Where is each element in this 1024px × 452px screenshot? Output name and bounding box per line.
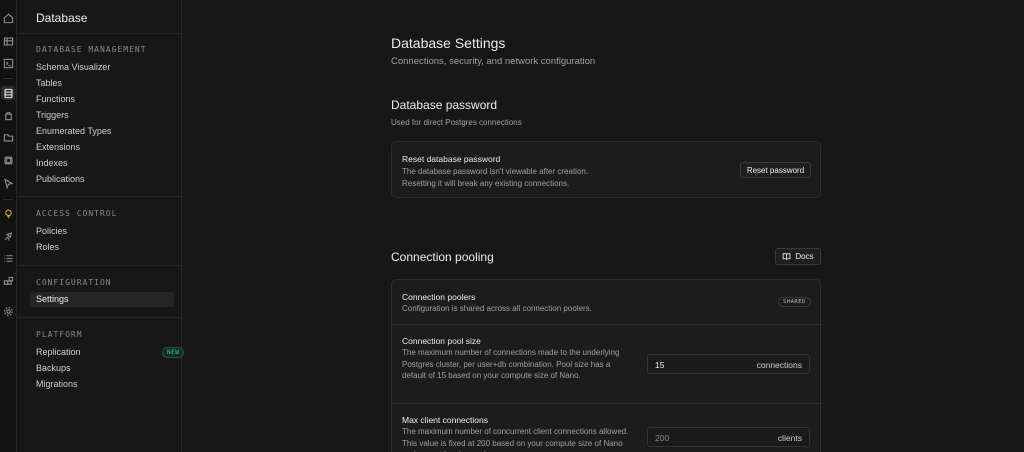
sidebar-item-publications[interactable]: Publications [36, 173, 85, 185]
pool-size-desc: The maximum number of connections made t… [402, 348, 620, 380]
pool-size-title: Connection pool size [402, 336, 481, 346]
section-head-configuration: CONFIGURATION [36, 278, 112, 287]
sidebar-item-enumerated-types[interactable]: Enumerated Types [36, 125, 111, 137]
sidebar-item-settings[interactable]: Settings [30, 292, 174, 307]
reports-icon[interactable] [1, 229, 15, 243]
realtime-icon[interactable] [1, 176, 15, 190]
connection-poolers-desc: Configuration is shared across all conne… [402, 304, 592, 313]
rail-divider [3, 78, 13, 79]
sidebar-item-roles[interactable]: Roles [36, 241, 59, 253]
pool-size-value: 15 [655, 360, 665, 370]
reset-password-desc-1: The database password isn't viewable aft… [402, 167, 589, 176]
database-sidebar: Database DATABASE MANAGEMENT Schema Visu… [18, 0, 185, 452]
row-divider [392, 324, 820, 325]
section-divider [18, 317, 181, 318]
connection-poolers-title: Connection poolers [402, 292, 476, 302]
sidebar-item-backups[interactable]: Backups [36, 362, 71, 374]
pool-size-input[interactable]: 15 connections [647, 354, 810, 374]
book-icon [783, 253, 791, 260]
shared-badge: SHARED [778, 297, 811, 307]
sidebar-item-migrations[interactable]: Migrations [36, 378, 78, 390]
reset-password-title: Reset database password [402, 154, 501, 164]
password-subheading: Used for direct Postgres connections [391, 118, 522, 127]
sql-editor-icon[interactable] [1, 56, 15, 70]
max-clients-unit: clients [777, 433, 802, 443]
max-clients-title: Max client connections [402, 415, 488, 425]
sidebar-item-functions[interactable]: Functions [36, 93, 75, 105]
pooling-card: Connection poolers Configuration is shar… [391, 279, 821, 452]
icon-rail [0, 0, 17, 452]
logs-icon[interactable] [1, 251, 15, 265]
page-subtitle: Connections, security, and network confi… [391, 56, 596, 67]
sidebar-item-triggers[interactable]: Triggers [36, 109, 69, 121]
pool-size-unit: connections [756, 360, 802, 370]
sidebar-item-replication[interactable]: Replication [36, 346, 81, 358]
row-divider [392, 403, 820, 404]
settings-icon[interactable] [1, 304, 15, 318]
max-clients-desc: The maximum number of concurrent client … [402, 427, 629, 452]
home-icon[interactable] [1, 11, 15, 25]
sidebar-divider [18, 33, 181, 34]
settings-main: Database Settings Connections, security,… [183, 0, 1024, 452]
sidebar-item-policies[interactable]: Policies [36, 225, 67, 237]
section-head-database-management: DATABASE MANAGEMENT [36, 45, 147, 54]
sidebar-item-schema-visualizer[interactable]: Schema Visualizer [36, 61, 110, 73]
section-divider [18, 265, 181, 266]
new-badge: NEW [162, 347, 185, 358]
advisors-icon[interactable] [1, 206, 15, 220]
sidebar-item-indexes[interactable]: Indexes [36, 157, 68, 169]
section-divider [18, 196, 181, 197]
rail-divider [3, 199, 13, 200]
reset-password-desc-2: Resetting it will break any existing con… [402, 178, 570, 188]
storage-icon[interactable] [1, 130, 15, 144]
auth-icon[interactable] [1, 108, 15, 122]
docs-button[interactable]: Docs [775, 248, 821, 265]
sidebar-title: Database [36, 11, 88, 25]
password-card: Reset database password The database pas… [391, 141, 821, 198]
integrations-icon[interactable] [1, 274, 15, 288]
table-editor-icon[interactable] [1, 34, 15, 48]
password-heading: Database password [391, 98, 498, 112]
edge-functions-icon[interactable] [1, 153, 15, 167]
reset-password-button[interactable]: Reset password [740, 162, 811, 178]
sidebar-item-tables[interactable]: Tables [36, 77, 62, 89]
sidebar-item-extensions[interactable]: Extensions [36, 141, 80, 153]
pooling-heading: Connection pooling [391, 250, 494, 264]
max-clients-input: 200 clients [647, 427, 810, 447]
database-icon[interactable] [1, 86, 15, 100]
docs-label: Docs [795, 252, 814, 261]
section-head-platform: PLATFORM [36, 330, 83, 339]
max-clients-value: 200 [655, 433, 670, 443]
page-title: Database Settings [391, 35, 506, 51]
section-head-access-control: ACCESS CONTROL [36, 209, 118, 218]
